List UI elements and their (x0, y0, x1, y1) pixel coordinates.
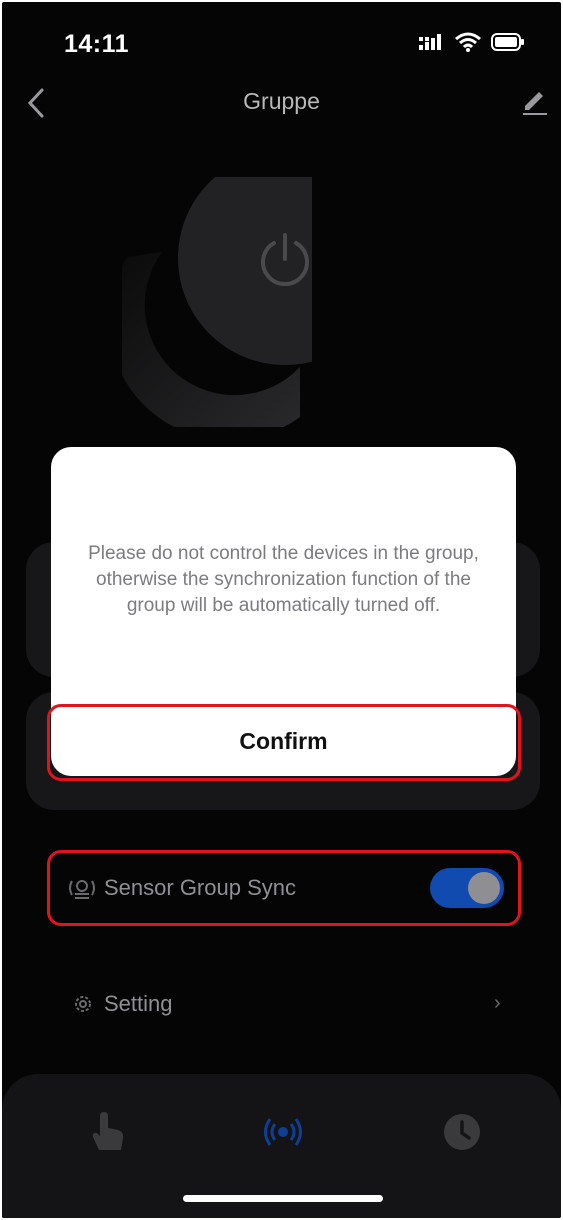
page-title: Gruppe (243, 88, 320, 114)
wifi-icon (455, 32, 481, 52)
radio-waves-icon[interactable] (261, 1110, 305, 1154)
home-indicator (183, 1195, 383, 1202)
dialog-message: Please do not control the devices in the… (88, 543, 479, 616)
chevron-right-icon[interactable]: › (494, 992, 501, 1015)
clock-icon[interactable] (440, 1110, 484, 1154)
signal-icon (419, 34, 441, 50)
app-screen: 14:11 Gruppe Sensor Group Sync Setting ›… (2, 2, 561, 1218)
status-icons (419, 32, 525, 52)
confirm-highlight (47, 704, 521, 781)
setting-label[interactable]: Setting (104, 991, 173, 1017)
sensor-sync-highlight (47, 850, 521, 926)
status-time: 14:11 (64, 30, 130, 58)
hand-pointer-icon[interactable] (86, 1110, 130, 1154)
edit-button[interactable] (519, 86, 549, 116)
battery-icon (491, 33, 524, 51)
power-dial[interactable] (122, 177, 312, 427)
gear-icon (75, 996, 91, 1012)
